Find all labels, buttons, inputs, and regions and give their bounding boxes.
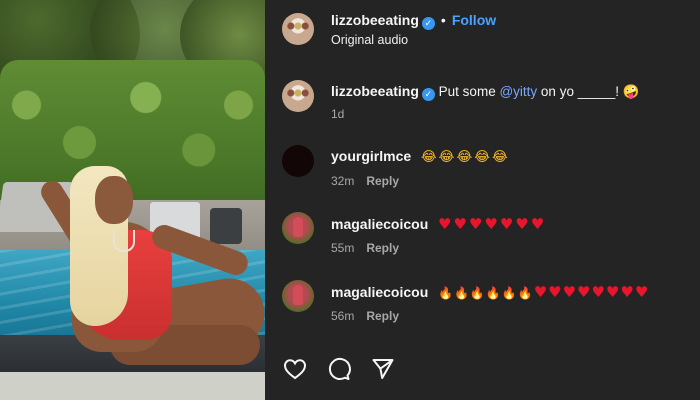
- comment-age[interactable]: 56m: [331, 309, 354, 323]
- comment-meta: 55m Reply: [331, 241, 399, 255]
- comment-username[interactable]: magaliecoicou: [331, 216, 428, 232]
- comment-age[interactable]: 55m: [331, 241, 354, 255]
- comment-username[interactable]: yourgirlmce: [331, 148, 411, 164]
- laughing-emoji-icon: 😂😂😂😂😂: [420, 149, 510, 165]
- pool-edge: [0, 372, 265, 400]
- paper-plane-icon[interactable]: [370, 356, 396, 382]
- original-audio-link[interactable]: Original audio: [331, 33, 408, 47]
- reply-button[interactable]: Reply: [366, 174, 399, 188]
- comment-age[interactable]: 32m: [331, 174, 354, 188]
- author-avatar[interactable]: [282, 13, 314, 45]
- verified-badge-icon: ✓: [421, 17, 435, 30]
- person-face: [95, 176, 133, 224]
- heart-emoji-icon: ♥♥♥♥♥♥♥: [438, 215, 547, 233]
- necklace: [113, 230, 135, 252]
- commenter-avatar[interactable]: [282, 212, 314, 244]
- separator-dot: •: [440, 12, 446, 28]
- post-media[interactable]: [0, 0, 265, 400]
- fire-emoji-icon: 🔥🔥🔥🔥🔥🔥: [438, 286, 534, 300]
- comment-bubble-icon[interactable]: [326, 356, 352, 382]
- caption-mention-link[interactable]: @yitty: [499, 84, 537, 99]
- action-bar: [282, 356, 396, 382]
- reply-button[interactable]: Reply: [366, 241, 399, 255]
- caption-author-avatar[interactable]: [282, 80, 314, 112]
- comment: yourgirlmce 😂😂😂😂😂: [331, 148, 510, 165]
- heart-emoji-icon: ♥♥♥♥♥♥♥♥: [533, 283, 650, 301]
- commenter-avatar[interactable]: [282, 280, 314, 312]
- heart-outline-icon[interactable]: [282, 356, 308, 382]
- comment-meta: 56m Reply: [331, 309, 399, 323]
- comment-username[interactable]: magaliecoicou: [331, 284, 428, 300]
- comment: magaliecoicou ♥♥♥♥♥♥♥: [331, 215, 546, 233]
- comment-meta: 32m Reply: [331, 174, 399, 188]
- verified-badge-icon: ✓: [421, 88, 435, 101]
- plant-pot: [210, 208, 242, 244]
- post-sidebar: lizzobeeating ✓ • Follow Original audio liz…: [265, 0, 700, 400]
- commenter-avatar[interactable]: [282, 145, 314, 177]
- reply-button[interactable]: Reply: [366, 309, 399, 323]
- zany-face-emoji-icon: 🤪: [622, 84, 642, 100]
- caption-text-end: on yo _____!: [537, 84, 623, 99]
- caption-age[interactable]: 1d: [331, 107, 344, 121]
- author-username[interactable]: lizzobeeating: [331, 12, 419, 28]
- post-header: lizzobeeating ✓ • Follow: [331, 12, 496, 30]
- follow-button[interactable]: Follow: [452, 12, 496, 28]
- caption-username[interactable]: lizzobeeating: [331, 83, 419, 99]
- comment: magaliecoicou 🔥🔥🔥🔥🔥🔥♥♥♥♥♥♥♥♥: [331, 283, 649, 301]
- caption: lizzobeeating ✓ Put some @yitty on yo ___…: [331, 83, 642, 101]
- caption-text: Put some: [438, 84, 500, 99]
